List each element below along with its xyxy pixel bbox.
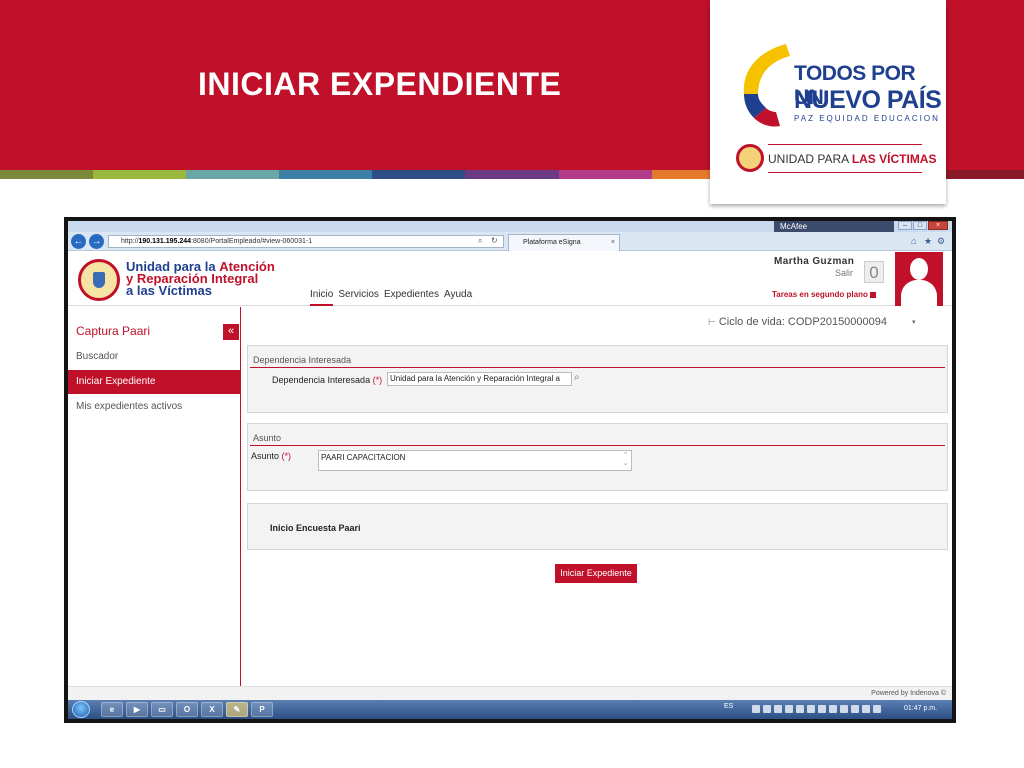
tab-close-icon[interactable]: × <box>611 235 615 250</box>
sidebar-item-buscador[interactable]: Buscador <box>68 345 240 369</box>
taskbar: e ▶ ▭ O X ✎ P ES 01:47 p.m. <box>68 700 952 719</box>
seal-top-line <box>768 144 922 145</box>
app-header: Unidad para la Atención y Reparación Int… <box>68 251 952 306</box>
victims-seal-logo <box>736 144 764 172</box>
start-button[interactable] <box>72 701 90 718</box>
dependencia-field[interactable]: Unidad para la Atención y Reparación Int… <box>387 372 572 386</box>
clock[interactable]: 01:47 p.m. <box>904 705 937 712</box>
asunto-header: Asunto <box>253 433 282 443</box>
sidebar-item-mis-expedientes[interactable]: Mis expedientes activos <box>68 395 240 419</box>
tray-sync-icon[interactable] <box>796 705 804 713</box>
minimize-icon[interactable]: – <box>898 221 912 230</box>
notes-app-icon[interactable]: ✎ <box>226 702 248 717</box>
stripe-segment <box>372 170 466 179</box>
iniciar-expediente-button[interactable]: Iniciar Expediente <box>555 564 637 583</box>
slide: INICIAR EXPENDIENTE TODOS POR UN NUEVO P… <box>0 0 1024 768</box>
forward-icon[interactable]: → <box>89 234 104 249</box>
main-menu: Inicio Servicios Expedientes Ayuda <box>310 289 472 306</box>
dependencia-header: Dependencia Interesada <box>253 355 352 365</box>
tray-pdf-icon[interactable] <box>774 705 782 713</box>
panel-divider <box>250 445 945 446</box>
menu-expedientes[interactable]: Expedientes <box>384 289 439 306</box>
background-tasks-link[interactable]: Tareas en segundo plano <box>772 290 877 299</box>
textarea-scroll-icon[interactable]: ⌃ ⌄ <box>621 452 630 469</box>
panel-divider <box>250 367 945 368</box>
screenshot: McAfee – □ × ← → http://190.131.195.244:… <box>68 221 952 719</box>
dependencia-panel: Dependencia Interesada Dependencia Inter… <box>247 345 948 413</box>
tray-flag-icon[interactable] <box>818 705 826 713</box>
menu-inicio[interactable]: Inicio <box>310 289 334 306</box>
search-icon[interactable]: ⌕ <box>478 236 482 246</box>
tray-mail-icon[interactable] <box>785 705 793 713</box>
avatar[interactable] <box>895 252 943 306</box>
stripe-segment <box>279 170 373 179</box>
logo-card: TODOS POR UN NUEVO PAÍS PAZ EQUIDAD EDUC… <box>710 0 946 204</box>
menu-ayuda[interactable]: Ayuda <box>444 289 472 306</box>
maximize-icon[interactable]: □ <box>913 221 927 230</box>
lifecycle-dropdown-icon[interactable]: ▾ <box>912 318 916 326</box>
sidebar-title: Captura Paari <box>76 324 151 338</box>
stripe-segment <box>186 170 280 179</box>
powerpoint-app-icon[interactable]: P <box>251 702 273 717</box>
logout-link[interactable]: Salir <box>835 268 853 278</box>
notification-count[interactable]: 0 <box>864 261 884 283</box>
tray-icons <box>752 705 881 713</box>
logo-text-2: NUEVO PAÍS <box>794 86 942 114</box>
refresh-icon[interactable]: ↻ <box>491 236 498 245</box>
tray-arrow-icon[interactable] <box>873 705 881 713</box>
window-controls: – □ × <box>898 221 948 230</box>
asunto-label: Asunto (*) <box>251 451 292 461</box>
address-bar[interactable]: http://190.131.195.244:8080/PortalEmplea… <box>108 235 504 248</box>
mcafee-bar: McAfee <box>774 221 894 232</box>
search-lookup-icon[interactable]: ⌕ <box>574 372 580 383</box>
asunto-panel: Asunto Asunto (*) PAARI CAPACITACION ⌃ ⌄ <box>247 423 948 491</box>
tray-volume-icon[interactable] <box>840 705 848 713</box>
tools-gear-icon[interactable]: ⚙ <box>937 236 945 247</box>
menu-servicios[interactable]: Servicios <box>338 289 379 306</box>
organization-name: Unidad para la Atención y Reparación Int… <box>126 259 275 298</box>
ie-app-icon[interactable]: e <box>101 702 123 717</box>
media-app-icon[interactable]: ▶ <box>126 702 148 717</box>
seal-bottom-line <box>768 172 922 173</box>
tray-security-icon[interactable] <box>763 705 771 713</box>
slide-title: INICIAR EXPENDIENTE <box>198 66 562 102</box>
asunto-textarea[interactable]: PAARI CAPACITACION ⌃ ⌄ <box>318 450 632 471</box>
stripe-segment <box>465 170 559 179</box>
encuesta-title[interactable]: Inicio Encuesta Paari <box>270 523 361 533</box>
logo-tagline: PAZ EQUIDAD EDUCACION <box>794 114 940 123</box>
user-name: Martha Guzman <box>774 256 855 267</box>
outlook-app-icon[interactable]: O <box>176 702 198 717</box>
tray-battery-icon[interactable] <box>829 705 837 713</box>
home-icon[interactable]: ⌂ <box>911 236 916 246</box>
tray-wifi-icon[interactable] <box>851 705 859 713</box>
close-icon[interactable]: × <box>928 221 948 230</box>
coat-of-arms-logo <box>78 259 120 301</box>
stripe-segment <box>0 170 94 179</box>
sidebar: Captura Paari « Buscador Iniciar Expedie… <box>68 307 241 686</box>
excel-app-icon[interactable]: X <box>201 702 223 717</box>
stripe-segment <box>93 170 187 179</box>
language-indicator[interactable]: ES <box>724 703 733 710</box>
tasks-square-icon <box>870 291 877 298</box>
favorites-icon[interactable]: ★ <box>924 236 932 247</box>
sidebar-item-iniciar-expediente[interactable]: Iniciar Expediente <box>68 370 240 394</box>
main-content: ⊢ Ciclo de vida: CODP20150000094 ▾ Depend… <box>242 307 952 686</box>
dependencia-label: Dependencia Interesada (*) <box>272 375 383 385</box>
window-titlebar: McAfee – □ × <box>68 221 952 232</box>
colombia-flag-logo <box>743 44 790 127</box>
stripe-segment <box>558 170 652 179</box>
browser-tab[interactable]: Plataforma eSigna × <box>508 234 620 251</box>
encuesta-panel: Inicio Encuesta Paari <box>247 503 948 550</box>
lifecycle-tree-icon: ⊢ <box>708 317 716 327</box>
back-icon[interactable]: ← <box>71 234 86 249</box>
tray-display-icon[interactable] <box>807 705 815 713</box>
collapse-sidebar-button[interactable]: « <box>223 324 239 340</box>
browser-toolbar: ← → http://190.131.195.244:8080/PortalEm… <box>68 232 952 251</box>
powered-by: Powered by Indenova © <box>68 686 952 700</box>
lifecycle-label[interactable]: ⊢ Ciclo de vida: CODP20150000094 <box>708 316 887 328</box>
tray-update-icon[interactable] <box>862 705 870 713</box>
victims-unit-text: UNIDAD PARA LAS VÍCTIMAS <box>768 152 937 166</box>
folder-app-icon[interactable]: ▭ <box>151 702 173 717</box>
tray-network-icon[interactable] <box>752 705 760 713</box>
